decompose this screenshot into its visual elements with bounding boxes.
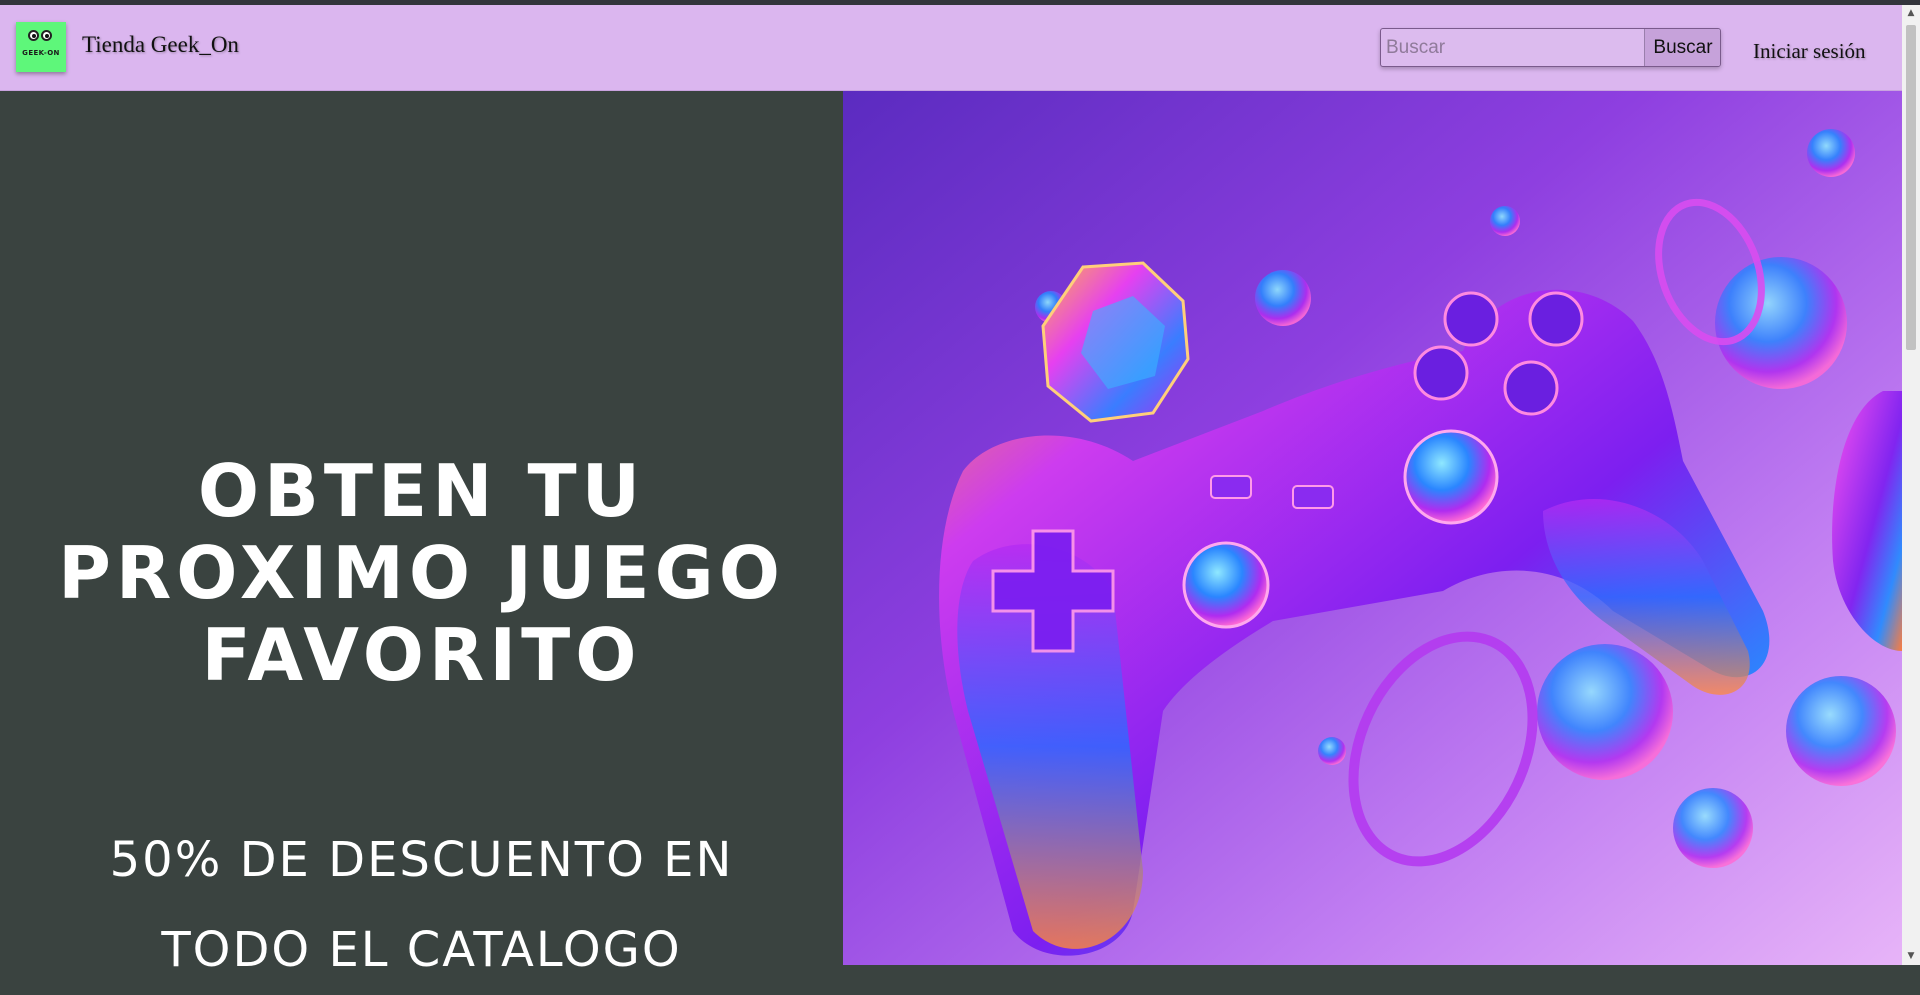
search-input[interactable] xyxy=(1381,29,1643,66)
bubble-shape xyxy=(1490,206,1520,236)
bubble-shape xyxy=(1673,788,1753,868)
bubble-shape xyxy=(1786,676,1896,786)
search-button[interactable]: Buscar xyxy=(1644,29,1720,66)
search-form: Buscar xyxy=(1380,28,1721,67)
bubble-shape xyxy=(1318,737,1346,765)
scrollbar[interactable]: ▲ ▼ xyxy=(1902,5,1920,965)
hero-subheadline: 50% DE DESCUENTO EN TODO EL CATALOGO xyxy=(0,815,843,995)
controller-select-shape xyxy=(1210,475,1252,499)
game-controller-icon xyxy=(939,129,1902,956)
bubble-shape xyxy=(1537,644,1673,780)
headline-line: FAVORITO xyxy=(201,613,642,697)
controller-button-shape xyxy=(1443,291,1499,347)
bubble-shape xyxy=(1255,270,1311,326)
scroll-thumb[interactable] xyxy=(1906,25,1916,350)
controller-stick-shape xyxy=(1182,541,1270,629)
ring-shape xyxy=(1348,631,1538,867)
controller-start-shape xyxy=(1292,485,1334,509)
hero-image xyxy=(843,91,1902,965)
login-link[interactable]: Iniciar sesión xyxy=(1753,39,1866,64)
controller-stick-shape xyxy=(1403,429,1499,525)
bubble-shape xyxy=(1807,129,1855,177)
scroll-down-arrow-icon[interactable]: ▼ xyxy=(1902,948,1920,965)
controller-button-shape xyxy=(1528,291,1584,347)
scroll-up-arrow-icon[interactable]: ▲ xyxy=(1902,5,1920,22)
controller-edge-shape xyxy=(1832,391,1902,651)
controller-button-shape xyxy=(1413,345,1469,401)
headline-line: OBTEN TU xyxy=(197,449,646,533)
brand-name[interactable]: Tienda Geek_On xyxy=(82,32,239,58)
hero-headline: OBTEN TU PROXIMO JUEGO FAVORITO xyxy=(0,450,843,696)
navbar: GEEK-ON Tienda Geek_On Buscar Iniciar se… xyxy=(0,5,1902,91)
controller-button-shape xyxy=(1503,360,1559,416)
subline-line: TODO EL CATALOGO xyxy=(161,922,682,978)
bubble-shape xyxy=(1715,257,1847,389)
brand-logo[interactable]: GEEK-ON xyxy=(16,22,66,72)
headline-line: PROXIMO JUEGO xyxy=(58,531,785,615)
subline-line: 50% DE DESCUENTO EN xyxy=(109,832,734,888)
logo-eye-icon xyxy=(41,30,52,41)
logo-eye-icon xyxy=(28,30,39,41)
logo-text: GEEK-ON xyxy=(22,49,60,57)
